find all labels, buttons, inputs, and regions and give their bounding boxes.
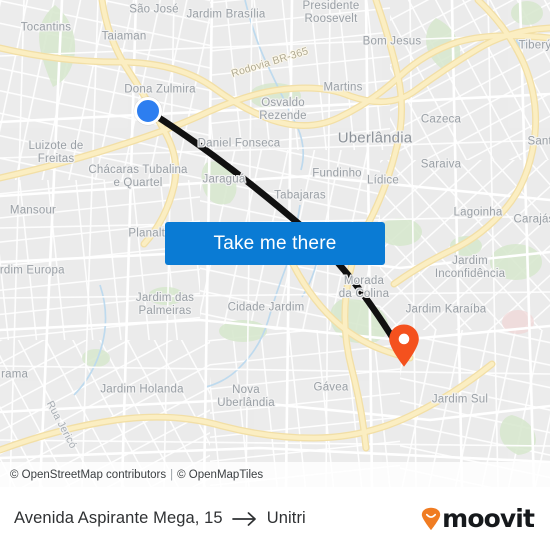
attribution-osm[interactable]: © OpenStreetMap contributors: [10, 469, 166, 481]
moovit-logo[interactable]: moovit: [421, 504, 535, 533]
route-footer: Avenida Aspirante Mega, 15 Unitri moovit: [0, 487, 550, 550]
route-summary: Avenida Aspirante Mega, 15 Unitri: [14, 509, 306, 528]
take-me-there-label: Take me there: [213, 232, 337, 254]
attribution-separator: |: [170, 468, 174, 481]
moovit-pin-icon: [421, 507, 441, 531]
attribution-openmaptiles[interactable]: © OpenMapTiles: [177, 469, 263, 481]
take-me-there-button[interactable]: Take me there: [165, 222, 385, 265]
route-destination-label: Unitri: [266, 509, 306, 527]
moovit-wordmark: moovit: [442, 504, 535, 533]
destination-pin-icon[interactable]: [387, 324, 421, 368]
moovit-map-page: Tocantins São José Jardim Brasília Presiden…: [0, 0, 550, 550]
origin-dot-icon[interactable]: [134, 97, 162, 125]
arrow-right-icon: [231, 511, 258, 526]
route-origin-label: Avenida Aspirante Mega, 15: [14, 509, 223, 527]
map-canvas[interactable]: Tocantins São José Jardim Brasília Presiden…: [0, 0, 550, 487]
map-attribution: © OpenStreetMap contributors | © OpenMap…: [0, 462, 550, 487]
